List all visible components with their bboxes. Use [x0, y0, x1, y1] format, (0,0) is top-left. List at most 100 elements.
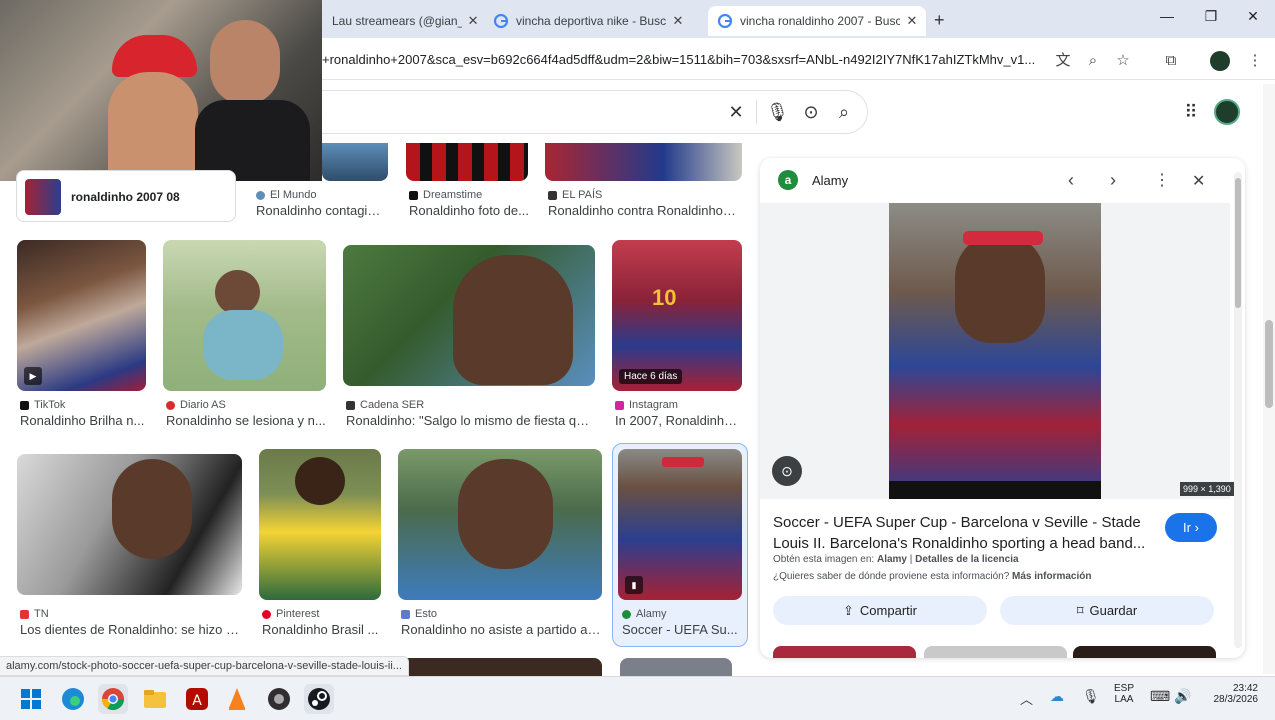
file-explorer-icon[interactable] [140, 684, 170, 714]
visit-button[interactable]: Ir › [1165, 513, 1217, 542]
star-icon[interactable]: ☆ [1112, 50, 1134, 72]
lens-search-icon[interactable]: ⊙ [772, 456, 802, 486]
image-tile[interactable] [259, 449, 381, 600]
image-caption[interactable]: Ronaldinho se lesiona y n... [166, 413, 326, 428]
previous-icon[interactable]: ‹ [1068, 170, 1074, 191]
google-icon [494, 14, 508, 28]
microphone-tray-icon[interactable]: 🎙 [1082, 688, 1100, 705]
microphone-icon[interactable]: 🎙 [766, 101, 789, 123]
esto-icon [401, 609, 410, 619]
bookmark-icon: ⌑ [1076, 602, 1084, 618]
preview-image[interactable] [889, 203, 1101, 499]
save-button[interactable]: ⌑ Guardar [1000, 596, 1214, 625]
lens-icon[interactable]: ⊙ [800, 101, 822, 123]
onedrive-icon[interactable]: ☁ [1050, 688, 1064, 705]
panel-scroll-thumb[interactable] [1235, 178, 1241, 308]
more-options-icon[interactable]: ⋮ [1154, 170, 1170, 190]
tab-title: Lau streamears (@gian_l [332, 14, 463, 28]
minimize-icon[interactable]: — [1152, 8, 1182, 30]
image-tile[interactable] [343, 245, 595, 386]
translate-icon[interactable]: 文 [1052, 50, 1074, 72]
tiktok-icon [20, 400, 29, 410]
image-tile[interactable] [163, 240, 326, 391]
source-label: Dreamstime [409, 189, 482, 201]
image-tile[interactable] [17, 454, 242, 595]
new-tab-button[interactable]: + [934, 10, 945, 31]
close-icon[interactable]: ✕ [904, 13, 920, 29]
image-tile[interactable] [398, 449, 602, 600]
chevron-up-icon[interactable]: ︿ [1020, 689, 1033, 708]
person-2-face [210, 20, 280, 105]
acrobat-icon[interactable]: A [182, 684, 212, 714]
close-icon[interactable]: ✕ [466, 13, 480, 29]
tab-vincha-ronaldinho[interactable]: vincha ronaldinho 2007 - Busca ✕ [708, 6, 926, 36]
image-caption[interactable]: Soccer - UEFA Su... [622, 622, 742, 637]
image-caption[interactable]: Ronaldinho no asiste a partido am... [401, 622, 601, 637]
image-tile[interactable] [620, 658, 732, 676]
vlc-icon[interactable] [222, 684, 252, 714]
image-tile[interactable]: ▶ [17, 240, 146, 391]
share-button[interactable]: ⇪ Compartir [773, 596, 987, 625]
obs-icon[interactable] [264, 684, 294, 714]
red-cap [112, 35, 197, 77]
zoom-icon[interactable]: ⌕ [1082, 50, 1104, 72]
page-scroll-thumb[interactable] [1265, 320, 1273, 408]
next-icon[interactable]: › [1110, 170, 1116, 191]
image-caption[interactable]: Ronaldinho contagia ... [256, 203, 386, 218]
tile-jersey-number: 10 [652, 285, 677, 310]
person-2-body [195, 100, 310, 181]
clear-icon[interactable]: ✕ [725, 101, 747, 123]
image-tile[interactable]: 10 Hace 6 días [612, 240, 742, 391]
steam-icon[interactable] [304, 684, 334, 714]
url-field[interactable]: +ronaldinho+2007&sca_esv=b692c664f4ad5df… [322, 52, 1042, 67]
panel-title[interactable]: Soccer - UEFA Super Cup - Barcelona v Se… [773, 512, 1148, 554]
close-panel-icon[interactable]: ✕ [1192, 171, 1205, 191]
image-tile[interactable] [406, 143, 528, 181]
panel-site-name[interactable]: Alamy [812, 173, 848, 188]
image-tile[interactable] [322, 143, 388, 181]
clock[interactable]: 23:42 28/3/2026 [1200, 683, 1259, 705]
chrome-icon[interactable] [98, 684, 128, 714]
edge-icon[interactable] [58, 684, 88, 714]
related-search-chip[interactable]: ronaldinho 2007 08 [16, 170, 236, 222]
windows-start-icon[interactable] [16, 684, 46, 714]
image-caption[interactable]: In 2007, Ronaldinho... [615, 413, 740, 428]
network-icon[interactable]: ⌨ [1150, 688, 1170, 705]
menu-icon[interactable]: ⋮ [1244, 50, 1266, 72]
status-url: alamy.com/stock-photo-soccer-uefa-super-… [0, 656, 409, 676]
close-window-icon[interactable]: ✕ [1238, 8, 1268, 30]
restore-icon[interactable]: ❐ [1196, 8, 1226, 30]
preview-headband [963, 231, 1043, 245]
image-caption[interactable]: Ronaldinho: "Salgo lo mismo de fiesta qu… [346, 413, 596, 428]
image-caption[interactable]: Ronaldinho contra Ronaldinho | ... [548, 203, 738, 218]
apps-grid-icon[interactable]: ⠿ [1180, 101, 1202, 123]
obtained-site-link[interactable]: Alamy [877, 554, 907, 565]
license-link[interactable]: Detalles de la licencia [915, 554, 1018, 565]
image-caption[interactable]: Ronaldinho foto de... [409, 203, 529, 218]
image-tile[interactable] [398, 658, 602, 676]
source-question: ¿Quieres saber de dónde proviene esta in… [773, 571, 1092, 582]
date-badge: Hace 6 días [619, 369, 683, 384]
obtained-line: Obtén esta imagen en: Alamy | Detalles d… [773, 554, 1019, 565]
image-tile[interactable]: ▮ [618, 449, 742, 600]
volume-icon[interactable]: 🔊 [1174, 688, 1191, 705]
close-icon[interactable]: ✕ [670, 13, 686, 29]
image-caption[interactable]: Los dientes de Ronaldinho: se hizo un... [20, 622, 242, 637]
extensions-icon[interactable]: ⧉ [1160, 50, 1182, 72]
image-caption[interactable]: Ronaldinho Brasil ... [262, 622, 380, 637]
language-indicator[interactable]: ESP LAA [1112, 683, 1136, 705]
page-scrollbar[interactable] [1263, 84, 1275, 674]
more-info-link[interactable]: Más información [1012, 571, 1091, 582]
search-icon[interactable]: ⌕ [833, 101, 855, 123]
tab-vincha-nike[interactable]: vincha deportiva nike - Buscar c ✕ [484, 6, 706, 36]
account-avatar[interactable] [1214, 99, 1240, 125]
related-image[interactable] [773, 646, 916, 658]
alamy-logo-icon: a [778, 170, 798, 190]
related-image[interactable] [924, 646, 1067, 658]
image-caption[interactable]: Ronaldinho Brilha n... [20, 413, 145, 428]
image-tile[interactable] [545, 143, 742, 181]
panel-scrollbar[interactable] [1234, 172, 1242, 648]
profile-avatar[interactable] [1210, 51, 1230, 71]
related-image[interactable] [1073, 646, 1216, 658]
tab-lau-streamears[interactable]: Lau streamears (@gian_l ✕ [322, 6, 480, 36]
